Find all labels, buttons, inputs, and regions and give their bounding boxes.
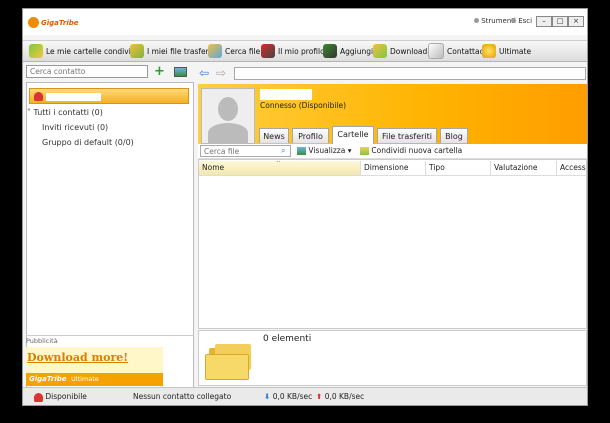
tree-all-contacts[interactable]: ˅ Tutti i contatti (0) — [27, 108, 103, 117]
contact-icon — [428, 43, 444, 59]
redacted-username — [46, 93, 101, 101]
items-count: 0 elementi — [263, 334, 312, 344]
view-button[interactable]: Visualizza ▾ — [297, 146, 352, 155]
folder-summary-pane — [198, 330, 587, 386]
view-icon — [297, 147, 306, 155]
ultimate-icon — [482, 44, 496, 58]
tab-news[interactable]: News — [259, 128, 289, 143]
maximize-button[interactable]: □ — [552, 16, 568, 27]
upload-speed: ⬆ 0,0 KB/sec — [316, 392, 364, 401]
toolbar-profile[interactable]: Il mio profilo — [261, 41, 325, 61]
download-more-link[interactable]: Download more! — [27, 351, 128, 364]
exit-label: Esci — [518, 17, 533, 25]
view-label: Visualizza — [308, 146, 346, 155]
toolbar-download[interactable]: Download — [373, 41, 427, 61]
download-icon — [373, 44, 387, 58]
availability-label: Disponibile — [45, 392, 87, 401]
toolbar-label: I miei file trasferiti — [147, 46, 216, 56]
column-header-valutazione[interactable]: Valutazione — [491, 161, 557, 175]
download-speed-value: 0,0 KB/sec — [272, 392, 313, 401]
toolbar-transfers[interactable]: I miei file trasferiti — [130, 41, 216, 61]
add-contact-icon — [323, 44, 337, 58]
share-new-folder-button[interactable]: Condividi nuova cartella — [360, 146, 462, 155]
exit-menu[interactable]: Esci — [511, 17, 532, 25]
ad-brand-bar[interactable]: GigaTribe Ultimate — [26, 373, 163, 386]
file-search-input[interactable] — [200, 145, 291, 157]
dropdown-arrow-icon: ▾ — [347, 146, 352, 155]
ad-brand-sub: Ultimate — [71, 375, 99, 383]
ad-brand: GigaTribe — [29, 375, 67, 383]
toolbar-label: Download — [390, 46, 428, 56]
column-header-tipo[interactable]: Tipo — [426, 161, 491, 175]
user-icon — [34, 92, 43, 101]
toolbar-search-files[interactable]: Cerca file — [208, 41, 260, 61]
my-contact-item[interactable] — [29, 88, 189, 104]
column-label: Nome — [202, 163, 225, 172]
connection-status: Connesso (Disponibile) — [260, 101, 347, 110]
tab-profilo[interactable]: Profilo — [292, 128, 329, 143]
shared-folders-icon — [29, 44, 43, 58]
tree-label: Tutti i contatti (0) — [33, 108, 103, 117]
search-files-icon — [208, 44, 222, 58]
tab-cartelle[interactable]: Cartelle — [332, 126, 374, 144]
exit-dot-icon — [511, 18, 516, 23]
tab-file-trasferiti[interactable]: File trasferiti — [377, 128, 437, 143]
search-icon[interactable]: ⌕ — [281, 146, 285, 156]
download-arrow-icon: ⬇ — [264, 392, 271, 401]
toolbar-ultimate[interactable]: Ultimate — [482, 41, 531, 61]
avatar-head-icon — [218, 97, 238, 121]
toolbar-label: Contattaci — [447, 46, 486, 56]
avatar-body-icon — [208, 123, 248, 143]
forward-arrow-icon[interactable]: ⇨ — [216, 67, 232, 79]
upload-arrow-icon: ⬆ — [316, 392, 323, 401]
tree-default-group[interactable]: Gruppo di default (0/0) — [42, 138, 134, 147]
column-header-nome[interactable]: Nome ^ — [199, 161, 361, 175]
toolbar-label: Aggiungi — [340, 46, 374, 56]
tree-invites[interactable]: Inviti ricevuti (0) — [42, 123, 108, 132]
share-label: Condividi nuova cartella — [371, 146, 463, 155]
toolbar-label: Cerca file — [225, 46, 261, 56]
title-bar: GigaTribe Strumenti Esci – □ × — [23, 9, 587, 35]
transfers-icon — [130, 44, 144, 58]
contact-search-input[interactable] — [26, 65, 148, 78]
app-logo: GigaTribe — [41, 19, 79, 27]
user-status-icon — [34, 392, 43, 402]
add-contact-button[interactable]: + — [154, 65, 167, 78]
minimize-button[interactable]: – — [536, 16, 552, 27]
sort-up-icon: ^ — [276, 161, 282, 167]
toolbar-add[interactable]: Aggiungi — [323, 41, 373, 61]
app-window: GigaTribe Strumenti Esci – □ × Le mie ca… — [22, 8, 588, 406]
redacted-profile-name — [260, 89, 312, 100]
profile-icon — [261, 44, 275, 58]
gigatribe-logo-icon — [28, 17, 39, 28]
upload-speed-value: 0,0 KB/sec — [324, 392, 365, 401]
toolbar-shared-folders[interactable]: Le mie cartelle condivise — [29, 41, 139, 61]
close-button[interactable]: × — [568, 16, 584, 27]
address-bar[interactable] — [234, 67, 586, 80]
folder-icon — [205, 344, 255, 380]
back-arrow-icon[interactable]: ⇦ — [199, 67, 215, 79]
download-speed: ⬇ 0,0 KB/sec — [264, 392, 312, 401]
view-mode-button[interactable] — [174, 67, 187, 77]
files-grid — [198, 159, 587, 329]
ad-section-label: Pubblicità — [26, 337, 58, 345]
tools-menu[interactable]: Strumenti — [474, 17, 516, 25]
tab-blog[interactable]: Blog — [440, 128, 468, 143]
avatar — [201, 88, 255, 144]
share-folder-icon — [360, 147, 369, 155]
toolbar-label: Ultimate — [499, 46, 532, 56]
connection-info: Nessun contatto collegato — [133, 392, 232, 401]
availability-status[interactable]: Disponibile — [34, 392, 87, 402]
toolbar-label: Il mio profilo — [278, 46, 325, 56]
column-header-dimensione[interactable]: Dimensione — [361, 161, 426, 175]
toolbar-contact[interactable]: Contattaci — [428, 41, 486, 61]
column-header-accesso[interactable]: Accesso — [557, 161, 586, 175]
grid-header-divider — [199, 175, 586, 176]
chevron-down-icon: ˅ — [27, 108, 31, 117]
tools-dot-icon — [474, 18, 479, 23]
ad-divider — [26, 335, 194, 336]
main-toolbar: Le mie cartelle condivise I miei file tr… — [23, 40, 587, 62]
toolbar-label: Le mie cartelle condivise — [46, 46, 140, 56]
